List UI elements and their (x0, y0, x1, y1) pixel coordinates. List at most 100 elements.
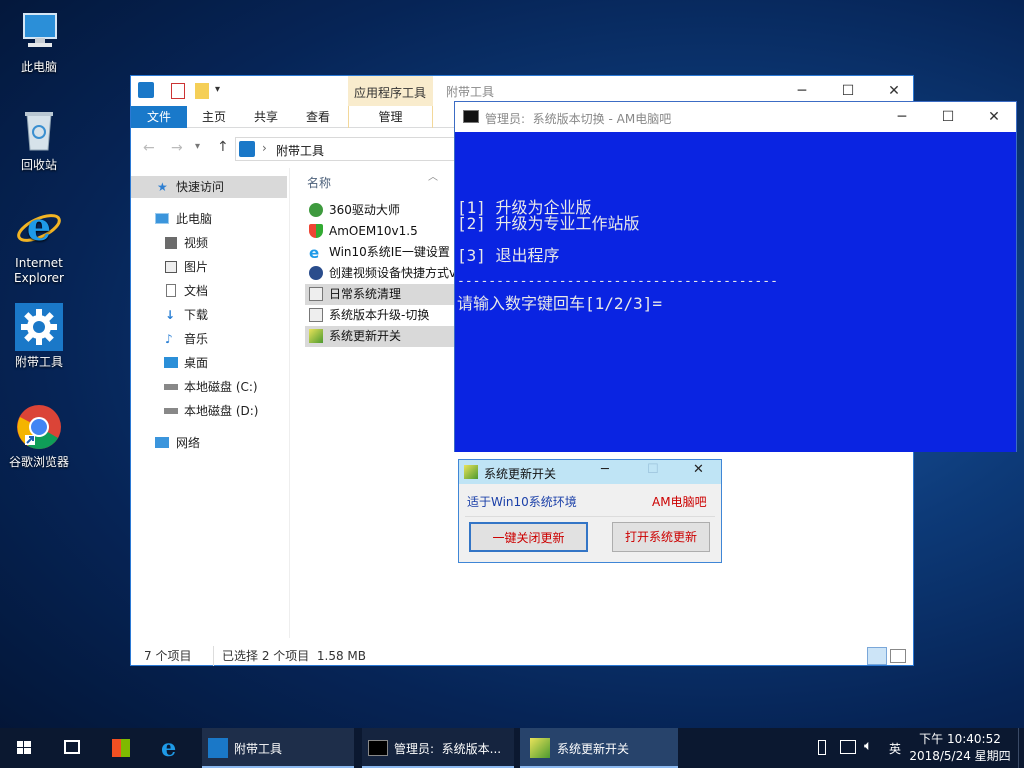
nav-network[interactable]: 网络 (131, 432, 287, 454)
selection-info: 已选择 2 个项目 1.58 MB (213, 646, 366, 666)
usb-icon[interactable] (818, 740, 826, 755)
internet-explorer-icon: e (15, 204, 63, 252)
nav-documents[interactable]: 文档 (131, 280, 287, 302)
desktop-icon-this-pc[interactable]: 此电脑 (4, 8, 74, 75)
taskbar-label: 系统更新开关 (557, 742, 630, 756)
console-line: [3] 退出程序 (457, 246, 560, 265)
chevron-down-icon[interactable]: ▾ (215, 84, 220, 95)
properties-icon[interactable] (171, 83, 185, 99)
video-icon (165, 237, 177, 249)
nav-pictures[interactable]: 图片 (131, 256, 287, 278)
picture-icon (165, 261, 177, 273)
tab-manage[interactable]: 管理 (348, 106, 433, 128)
volume-icon[interactable]: 🔈︎ (864, 738, 872, 754)
taskbar-label: 附带工具 (234, 742, 283, 756)
maximize-button[interactable]: ☐ (647, 462, 659, 477)
taskbar-item-tools[interactable]: 附带工具 (202, 728, 354, 768)
sort-chevron-icon: ︿ (428, 172, 438, 183)
window-title: 附带工具 (446, 85, 495, 99)
file-row[interactable]: 创建视频设备快捷方式v (305, 263, 465, 284)
address-bar[interactable]: › 附带工具 (235, 137, 465, 161)
breadcrumb[interactable]: 附带工具 (276, 142, 324, 159)
file-row[interactable]: 日常系统清理 (305, 284, 465, 305)
nav-downloads[interactable]: ↓ 下载 (131, 304, 287, 326)
desktop-icon-label: 附带工具 (14, 355, 63, 369)
large-icons-view-icon[interactable] (890, 649, 906, 663)
desktop-icon-label: 谷歌浏览器 (8, 455, 69, 469)
file-row[interactable]: AmOEM10v1.5 (305, 221, 465, 242)
tab-home[interactable]: 主页 (189, 106, 239, 128)
tab-file[interactable]: 文件 (131, 106, 187, 128)
minimize-button[interactable]: ─ (879, 102, 925, 132)
network-icon[interactable] (840, 740, 856, 754)
nav-drive-d[interactable]: 本地磁盘 (D:) (131, 400, 287, 422)
nav-quick-access[interactable]: ★ 快速访问 (131, 176, 287, 198)
ime-indicator[interactable]: 英 (889, 740, 901, 757)
clock-time: 下午 10:40:52 (919, 732, 1001, 746)
desktop-icon-tools[interactable]: 附带工具 (4, 303, 74, 370)
store-icon (112, 739, 130, 757)
taskbar-item-cmd[interactable]: 管理员: 系统版本... (362, 728, 514, 768)
tab-share[interactable]: 共享 (241, 106, 291, 128)
desktop-icon (164, 357, 178, 368)
console-output[interactable]: [1] 升级为企业版 [2] 升级为专业工作站版 [3] 退出程序 ------… (455, 132, 1016, 452)
desktop-icon-chrome[interactable]: 谷歌浏览器 (4, 403, 74, 470)
chrome-icon (15, 403, 63, 451)
item-count: 7 个项目 (144, 649, 192, 663)
start-button[interactable] (0, 728, 48, 768)
close-button[interactable]: ✕ (693, 462, 704, 477)
file-row[interactable]: 系统更新开关 (305, 326, 465, 347)
nav-this-pc[interactable]: 此电脑 (131, 208, 287, 230)
details-view-icon[interactable] (867, 647, 887, 665)
computer-icon (155, 213, 169, 224)
forward-arrow-icon[interactable]: → (171, 140, 183, 156)
store-button[interactable] (98, 728, 144, 768)
windows-logo-icon (17, 741, 31, 754)
drive-icon (164, 384, 178, 390)
desktop-icon-recycle-bin[interactable]: 回收站 (4, 106, 74, 173)
edge-button[interactable]: e (146, 728, 192, 768)
minimize-button[interactable]: ─ (601, 462, 609, 477)
enable-updates-button[interactable]: 打开系统更新 (612, 522, 710, 552)
nav-music[interactable]: ♪ 音乐 (131, 328, 287, 350)
camera-icon (309, 266, 323, 280)
network-icon (155, 437, 169, 448)
recent-locations-icon[interactable]: ▾ (195, 141, 200, 152)
desktop-icon-label: 回收站 (20, 158, 57, 172)
folder-icon[interactable] (195, 83, 209, 99)
file-row[interactable]: 系统版本升级-切换 (305, 305, 465, 326)
file-row[interactable]: e Win10系统IE一键设置 (305, 242, 465, 263)
update-toggle-dialog: 系统更新开关 ─ ☐ ✕ 适于Win10系统环境 AM电脑吧 一键关闭更新 打开… (458, 459, 722, 563)
console-titlebar[interactable]: 管理员: 系统版本切换 - AM电脑吧 ─ ☐ ✕ (455, 102, 1016, 132)
internet-explorer-icon: e (309, 244, 320, 262)
maximize-button[interactable]: ☐ (925, 102, 971, 132)
console-icon (368, 740, 388, 756)
task-view-button[interactable] (50, 728, 96, 768)
back-arrow-icon[interactable]: ← (143, 140, 155, 156)
nav-videos[interactable]: 视频 (131, 232, 287, 254)
nav-desktop[interactable]: 桌面 (131, 352, 287, 374)
gear-icon (239, 141, 255, 157)
clock-date: 2018/5/24 星期四 (909, 749, 1011, 763)
dialog-titlebar[interactable]: 系统更新开关 ─ ☐ ✕ (459, 460, 721, 484)
svg-text:e: e (27, 204, 51, 249)
column-header-name[interactable]: 名称 (307, 174, 331, 191)
disable-updates-button[interactable]: 一键关闭更新 (469, 522, 588, 552)
tab-view[interactable]: 查看 (293, 106, 343, 128)
close-button[interactable]: ✕ (971, 102, 1017, 132)
console-prompt: 请输入数字键回车[1/2/3]= (457, 294, 663, 313)
show-desktop-button[interactable] (1018, 728, 1024, 768)
clock[interactable]: 下午 10:40:52 2018/5/24 星期四 (906, 731, 1014, 765)
computer-icon (15, 8, 63, 56)
up-arrow-icon[interactable]: ↑ (217, 139, 229, 155)
console-icon (463, 110, 479, 123)
taskbar-item-update-toggle[interactable]: 系统更新开关 (520, 728, 678, 768)
nav-drive-c[interactable]: 本地磁盘 (C:) (131, 376, 287, 398)
app-icon (309, 203, 323, 217)
file-row[interactable]: 360驱动大师 (305, 200, 465, 221)
pane-splitter[interactable] (289, 168, 290, 638)
dialog-title: 系统更新开关 (484, 467, 557, 481)
desktop-icon-ie[interactable]: e Internet Explorer (4, 204, 74, 286)
document-icon (166, 284, 176, 297)
taskbar: e 附带工具 管理员: 系统版本... 系统更新开关 🔈︎ 英 下午 10:40… (0, 728, 1024, 768)
